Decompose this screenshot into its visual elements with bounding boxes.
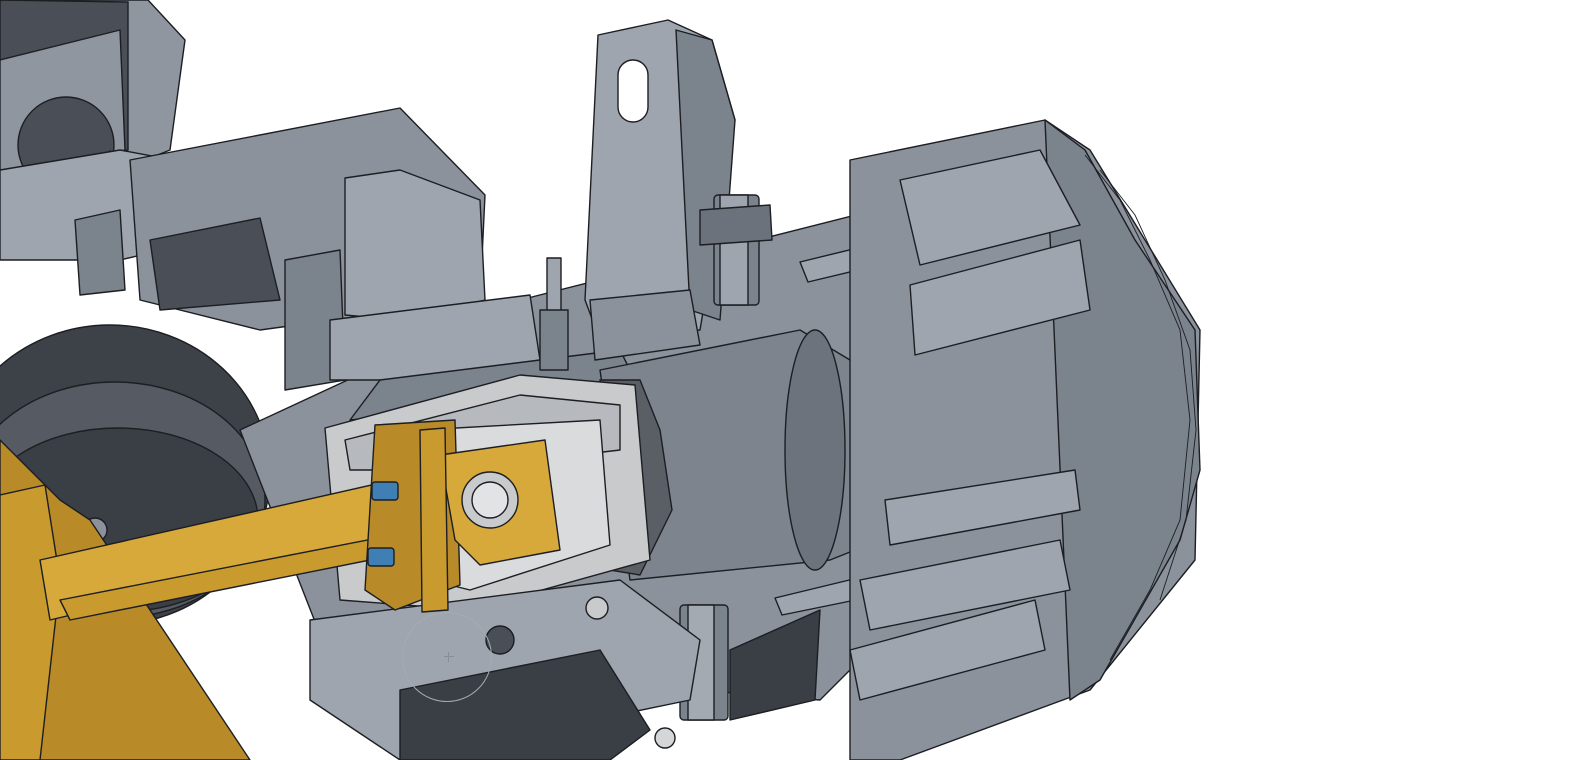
oil-nipple	[539, 257, 569, 371]
cad-viewport[interactable]	[0, 0, 1588, 760]
rotate-circle-icon[interactable]	[402, 612, 492, 702]
bracket-slot	[617, 59, 649, 123]
adjust-bracket	[584, 19, 736, 361]
cylinder-head	[849, 119, 1201, 760]
section-model	[0, 0, 1201, 760]
